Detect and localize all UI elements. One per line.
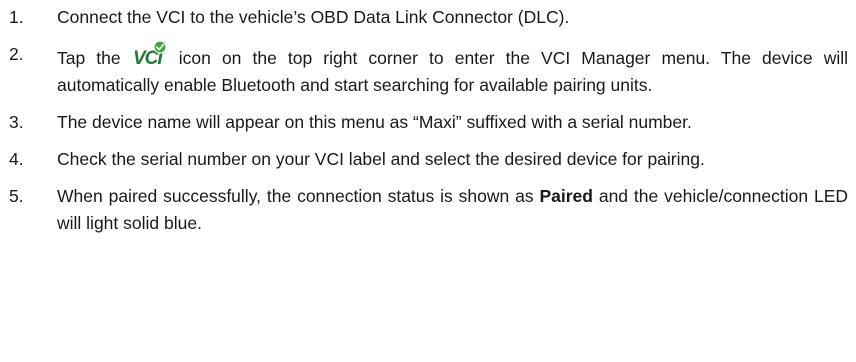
step-number: 4. — [9, 149, 24, 169]
step-number: 1. — [9, 7, 24, 27]
step-number: 5. — [9, 186, 24, 206]
instruction-list: 1. Connect the VCI to the vehicle’s OBD … — [0, 0, 856, 237]
list-item: 2. Tap the VCI icon on the top right cor… — [0, 41, 856, 99]
list-item: 3. The device name will appear on this m… — [0, 109, 856, 136]
step-text-after: icon on the top right corner to enter th… — [57, 48, 849, 95]
step-number: 3. — [9, 112, 24, 132]
step-number: 2. — [9, 44, 24, 64]
step-text: The device name will appear on this menu… — [57, 112, 692, 132]
list-item: 4. Check the serial number on your VCI l… — [0, 146, 856, 173]
list-item: 5. When paired successfully, the connect… — [0, 183, 856, 237]
paired-status-text: Paired — [539, 186, 593, 206]
step-text: Check the serial number on your VCI labe… — [57, 149, 705, 169]
step-text-before: Tap the — [57, 48, 121, 68]
step-text-before: When paired successfully, the connection… — [57, 186, 540, 206]
vci-icon: VCI — [132, 41, 168, 67]
step-text: Connect the VCI to the vehicle’s OBD Dat… — [57, 7, 570, 27]
list-item: 1. Connect the VCI to the vehicle’s OBD … — [0, 0, 856, 31]
